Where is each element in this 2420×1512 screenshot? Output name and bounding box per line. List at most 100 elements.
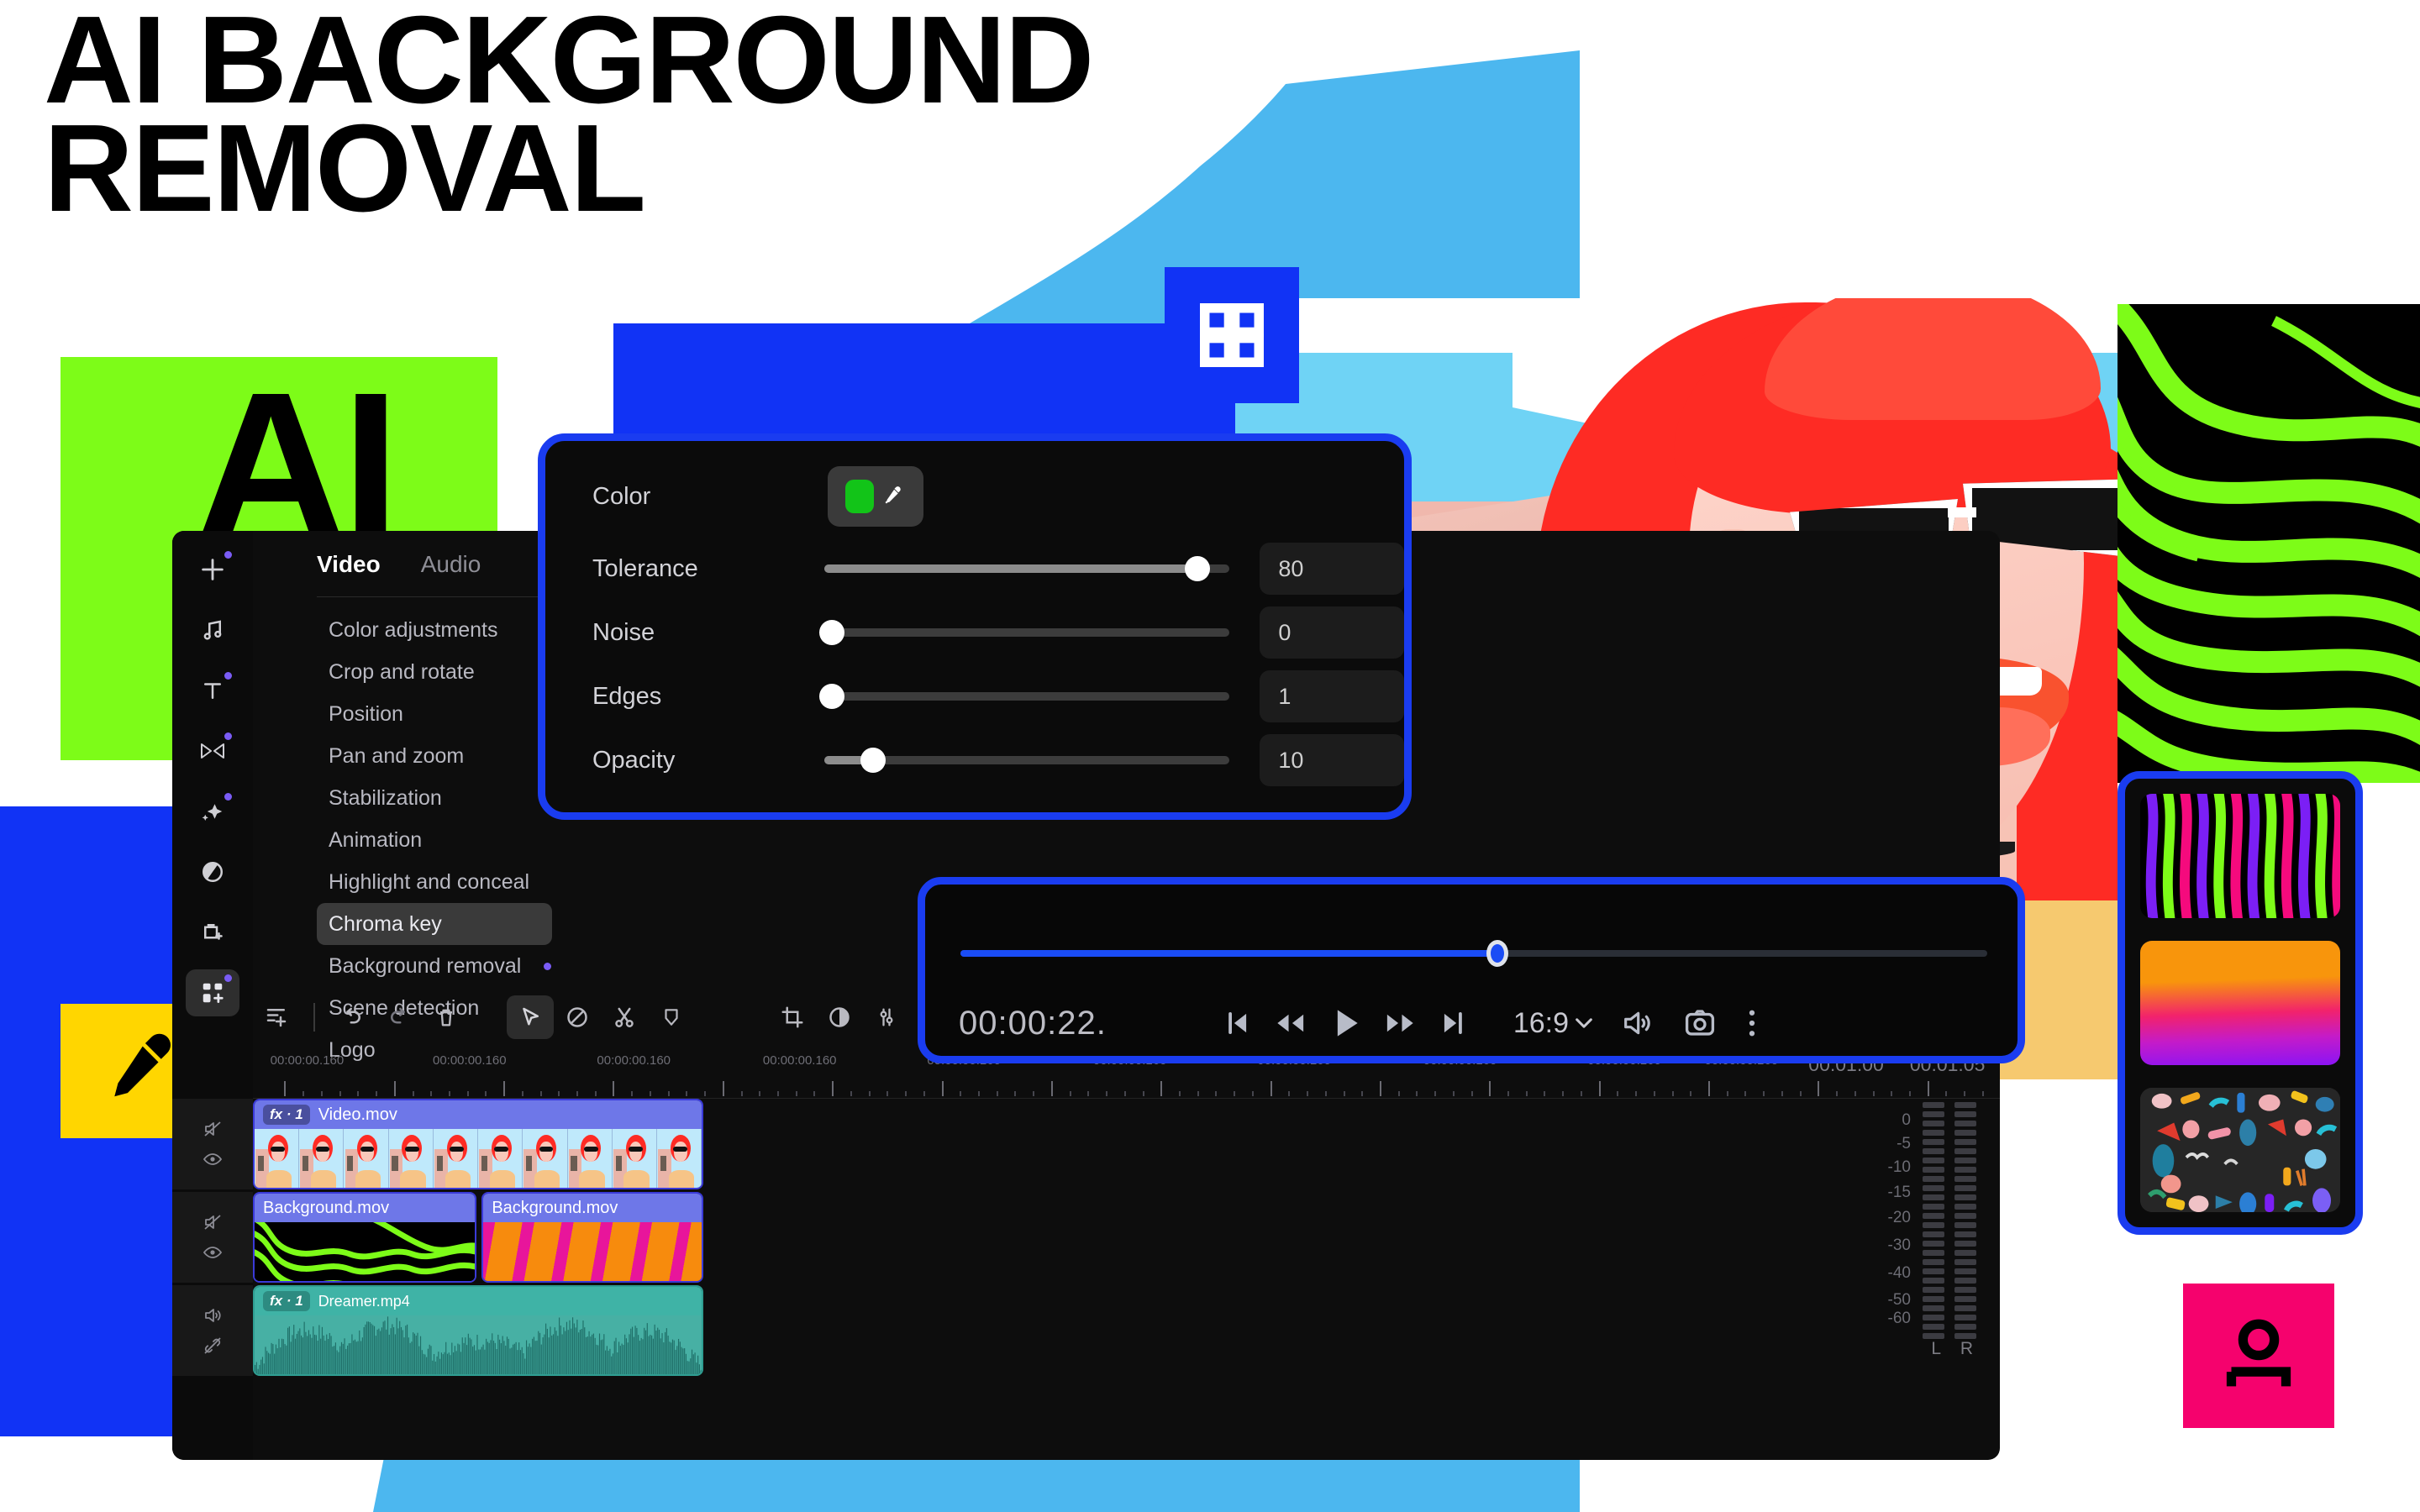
timeline-clip-background-2[interactable]: Background.mov — [481, 1192, 704, 1283]
property-chroma-key[interactable]: Chroma key — [317, 903, 552, 945]
track-body[interactable]: fx · 1 Video.mov — [253, 1099, 2000, 1189]
tab-video[interactable]: Video — [317, 551, 381, 578]
media-thumbnail-gradient[interactable] — [2140, 941, 2340, 1065]
noise-value[interactable]: 0 — [1260, 606, 1404, 659]
settings-label-noise: Noise — [592, 618, 655, 646]
meter-segment — [1923, 1185, 1944, 1191]
clip-header: fx · 1 Dreamer.mp4 — [255, 1287, 702, 1315]
meter-label-left: L — [1931, 1339, 1941, 1358]
property-label: Animation — [329, 827, 423, 852]
meter-segment — [1923, 1315, 1944, 1320]
sparkle-icon — [202, 804, 223, 821]
disable-clip-button[interactable] — [554, 995, 601, 1039]
meter-tick: -20 — [1887, 1209, 1911, 1226]
music-note-icon — [203, 620, 222, 640]
noise-slider[interactable] — [819, 620, 1230, 645]
waveform-icon — [255, 1316, 702, 1374]
volume-on-icon[interactable] — [201, 1305, 224, 1326]
property-stabilization[interactable]: Stabilization — [317, 777, 552, 819]
ruler-tick — [284, 1081, 287, 1096]
play-icon[interactable] — [1327, 1003, 1364, 1043]
ruler-tick — [1106, 1091, 1108, 1096]
sidebar-item-transitions[interactable] — [186, 727, 239, 774]
sidebar-item-overlays[interactable] — [186, 848, 239, 895]
text-t-icon — [204, 683, 221, 699]
eye-visible-icon[interactable] — [201, 1149, 224, 1169]
link-off-icon[interactable] — [201, 1336, 224, 1356]
meter-tick: -60 — [1887, 1310, 1911, 1327]
select-tool-button[interactable] — [507, 995, 554, 1039]
timeline-clip-audio[interactable]: fx · 1 Dreamer.mp4 — [253, 1285, 704, 1376]
meter-segment — [1923, 1268, 1944, 1274]
meter-channel-right — [1954, 1102, 1976, 1342]
ruler-tick — [740, 1091, 743, 1096]
timeline-clip-background-1[interactable]: Background.mov — [253, 1192, 477, 1283]
property-position[interactable]: Position — [317, 693, 552, 735]
meter-segment — [1954, 1148, 1976, 1154]
aspect-ratio-selector[interactable]: 16:9 — [1513, 1007, 1592, 1040]
meter-segment — [1923, 1167, 1944, 1173]
sidebar-item-filters[interactable] — [186, 788, 239, 835]
split-button[interactable] — [601, 995, 648, 1039]
clip-name: Video.mov — [318, 1105, 397, 1124]
eye-visible-icon[interactable] — [201, 1242, 224, 1263]
edges-slider[interactable] — [819, 684, 1230, 709]
sidebar-item-more-tools[interactable] — [186, 969, 239, 1016]
opacity-value[interactable]: 10 — [1260, 734, 1404, 786]
tolerance-value[interactable]: 80 — [1260, 543, 1404, 595]
timeline-clip-video[interactable]: fx · 1 Video.mov — [253, 1099, 704, 1189]
property-animation[interactable]: Animation — [317, 819, 552, 861]
skip-to-start-icon[interactable] — [1221, 1007, 1253, 1039]
property-highlight-and-conceal[interactable]: Highlight and conceal — [317, 861, 552, 903]
audio-levels-button[interactable] — [863, 995, 910, 1039]
disable-clip-icon — [567, 1007, 587, 1027]
track-body[interactable]: fx · 1 Dreamer.mp4 — [253, 1285, 2000, 1376]
track-body[interactable]: Background.mov Background.mov — [253, 1192, 2000, 1283]
sidebar-item-stickers[interactable] — [186, 909, 239, 956]
property-crop-and-rotate[interactable]: Crop and rotate — [317, 651, 552, 693]
scrubber-handle[interactable] — [1486, 940, 1509, 967]
media-thumbnail-confetti[interactable] — [2140, 1088, 2340, 1212]
fx-badge: fx · 1 — [263, 1105, 310, 1125]
edges-value[interactable]: 1 — [1260, 670, 1404, 722]
opacity-slider[interactable] — [823, 748, 1230, 773]
more-vertical-icon[interactable] — [1744, 1005, 1760, 1041]
playback-scrubber[interactable] — [960, 940, 1987, 967]
color-contrast-button[interactable] — [816, 995, 863, 1039]
redo-button[interactable] — [376, 995, 423, 1039]
ruler-tick — [503, 1081, 506, 1096]
track-header — [172, 1285, 253, 1376]
clip-name: Dreamer.mp4 — [318, 1292, 410, 1310]
undo-button[interactable] — [329, 995, 376, 1039]
ruler-tick — [1178, 1091, 1181, 1096]
meter-segment — [1923, 1287, 1944, 1293]
ruler-tick — [1908, 1091, 1911, 1096]
ruler-tick — [1836, 1091, 1839, 1096]
toolbar-divider — [313, 1003, 315, 1032]
tab-audio[interactable]: Audio — [421, 551, 481, 578]
tolerance-slider[interactable] — [823, 556, 1230, 581]
media-thumbnail-wavy-neon[interactable] — [2140, 794, 2340, 918]
property-color-adjustments[interactable]: Color adjustments — [317, 609, 552, 651]
property-pan-and-zoom[interactable]: Pan and zoom — [317, 735, 552, 777]
mute-off-icon[interactable] — [201, 1212, 224, 1232]
crop-button[interactable] — [769, 995, 816, 1039]
mute-off-icon[interactable] — [201, 1119, 224, 1139]
marker-button[interactable] — [648, 995, 695, 1039]
sidebar-item-audio[interactable] — [186, 606, 239, 654]
volume-icon[interactable] — [1618, 1006, 1656, 1040]
rewind-icon[interactable] — [1271, 1007, 1308, 1039]
color-picker-button[interactable] — [828, 466, 923, 527]
ruler-tick — [1708, 1081, 1710, 1096]
fast-forward-icon[interactable] — [1382, 1007, 1419, 1039]
sidebar-item-add-media[interactable] — [186, 546, 239, 593]
meter-segment — [1923, 1333, 1944, 1339]
delete-button[interactable] — [423, 995, 470, 1039]
add-track-button[interactable] — [253, 995, 300, 1039]
chevron-down-icon — [1576, 1018, 1592, 1028]
snapshot-camera-icon[interactable] — [1681, 1005, 1718, 1041]
meter-segment — [1923, 1213, 1944, 1219]
sidebar-item-titles[interactable] — [186, 667, 239, 714]
skip-to-end-icon[interactable] — [1438, 1007, 1470, 1039]
property-background-removal[interactable]: Background removal — [317, 945, 552, 987]
